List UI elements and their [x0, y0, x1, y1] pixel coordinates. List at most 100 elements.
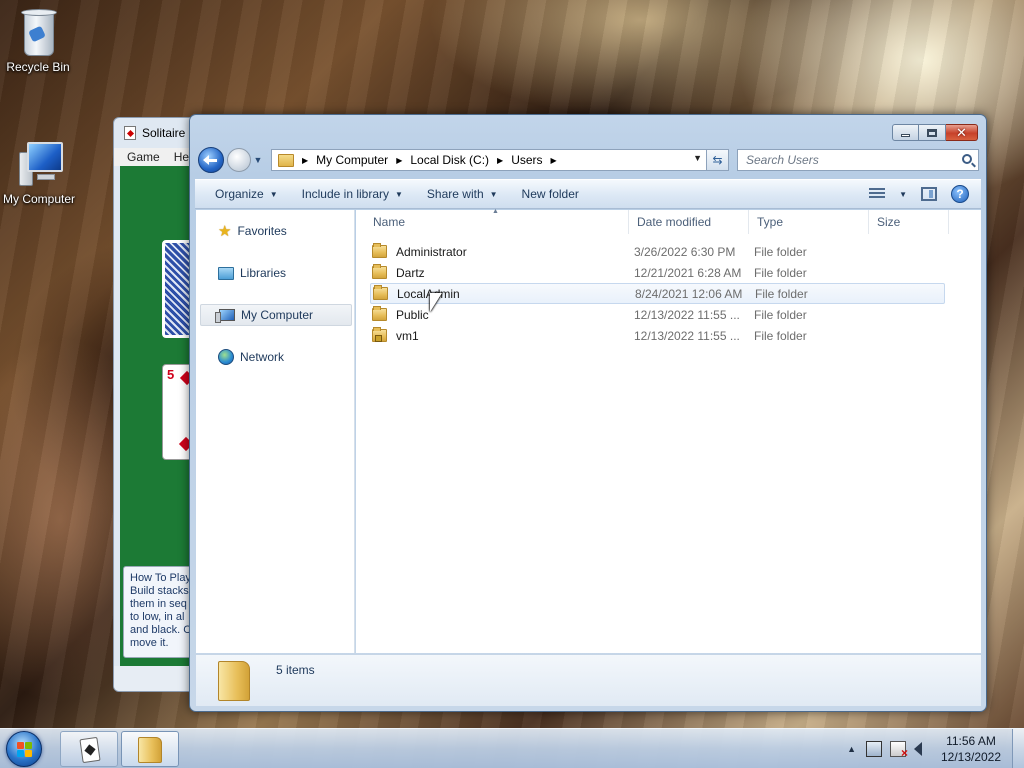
file-list: Name ▲ Date modified Type Size Administra… [356, 208, 981, 653]
breadcrumb-chevron-icon[interactable]: ▶ [547, 156, 561, 165]
file-date: 12/13/2022 11:55 ... [634, 307, 740, 322]
explorer-folder-icon [138, 737, 162, 763]
network-tray-icon[interactable] [866, 741, 882, 757]
close-button[interactable]: ✕ [946, 124, 978, 141]
solitaire-icon [79, 736, 101, 764]
organize-label: Organize [215, 187, 264, 201]
column-headers: Name ▲ Date modified Type Size [356, 208, 981, 234]
breadcrumb-local-disk[interactable]: Local Disk (C:) [410, 153, 489, 167]
breadcrumb-chevron-icon[interactable]: ▶ [298, 156, 312, 165]
breadcrumb-users[interactable]: Users [511, 153, 542, 167]
clock-date: 12/13/2022 [940, 750, 1002, 764]
recent-pages-dropdown[interactable]: ▼ [253, 155, 263, 165]
folder-icon [372, 306, 387, 321]
file-date: 12/21/2021 6:28 AM [634, 265, 742, 280]
desktop-icon-my-computer[interactable]: My Computer [0, 138, 79, 206]
column-label: Date modified [637, 215, 712, 229]
include-in-library-button[interactable]: Include in library ▼ [290, 182, 415, 206]
caption-buttons: ✕ [892, 124, 978, 141]
new-folder-button[interactable]: New folder [510, 182, 591, 206]
organize-button[interactable]: Organize ▼ [203, 182, 290, 206]
command-bar-right: ▼ ? [869, 185, 981, 203]
libraries-icon [218, 266, 234, 280]
nav-item-network[interactable]: Network [200, 346, 352, 368]
refresh-icon: ⇆ [712, 153, 723, 167]
taskbar: ▲ 11:56 AM 12/13/2022 [0, 728, 1024, 768]
search-icon[interactable] [962, 154, 972, 164]
desktop-icon-label: My Computer [2, 192, 76, 206]
show-hidden-icons-icon[interactable]: ▲ [847, 744, 856, 754]
nav-item-favorites[interactable]: ★ Favorites [200, 220, 352, 242]
file-row-dartz[interactable]: Dartz 12/21/2021 6:28 AM File folder [370, 262, 945, 283]
maximize-button[interactable] [919, 124, 946, 141]
column-header-date-modified[interactable]: Date modified [629, 210, 749, 234]
file-row-vm1[interactable]: vm1 12/13/2022 11:55 ... File folder [370, 325, 945, 346]
computer-icon [215, 309, 235, 323]
details-pane: 5 items [196, 654, 981, 706]
help-icon[interactable]: ? [951, 185, 969, 203]
back-button[interactable] [198, 147, 224, 173]
minimize-button[interactable] [892, 124, 919, 141]
file-name: Public [396, 307, 429, 322]
column-header-name[interactable]: Name ▲ [356, 208, 629, 234]
navigation-pane: ★ Favorites Libraries My Computer Networ… [196, 210, 355, 653]
windows-logo-icon [17, 742, 33, 758]
system-tray: ▲ 11:56 AM 12/13/2022 [847, 729, 1024, 768]
recycle-bin-icon [14, 6, 62, 58]
folder-icon [372, 243, 387, 258]
taskbar-solitaire[interactable] [60, 731, 118, 767]
share-with-button[interactable]: Share with ▼ [415, 182, 510, 206]
file-row-administrator[interactable]: Administrator 3/26/2022 6:30 PM File fol… [370, 241, 945, 262]
start-button[interactable] [6, 731, 42, 767]
forward-button[interactable] [227, 148, 251, 172]
clock[interactable]: 11:56 AM 12/13/2022 [936, 733, 1006, 765]
volume-icon[interactable] [914, 742, 922, 756]
network-icon [218, 349, 234, 365]
search-box[interactable] [737, 149, 979, 171]
nav-item-label: Favorites [237, 224, 287, 238]
menu-help[interactable]: He [174, 150, 189, 164]
nav-item-label: My Computer [241, 308, 314, 322]
search-input[interactable] [746, 153, 946, 167]
nav-item-my-computer[interactable]: My Computer [200, 304, 352, 326]
breadcrumb-my-computer[interactable]: My Computer [316, 153, 388, 167]
folder-icon [278, 153, 294, 167]
file-type: File folder [755, 286, 808, 301]
include-in-library-label: Include in library [301, 187, 389, 201]
desktop-icon-label: Recycle Bin [6, 60, 70, 74]
views-dropdown-icon[interactable]: ▼ [899, 190, 907, 199]
file-name: vm1 [396, 328, 419, 343]
file-type: File folder [754, 265, 807, 280]
item-count: 5 items [276, 663, 315, 677]
file-name: LocalAdmin [397, 286, 460, 301]
sort-ascending-icon: ▲ [492, 208, 499, 215]
breadcrumb-chevron-icon[interactable]: ▶ [493, 156, 507, 165]
share-with-label: Share with [426, 187, 484, 201]
change-view-icon[interactable] [869, 188, 886, 200]
file-type: File folder [754, 328, 807, 343]
solitaire-title: Solitaire [142, 126, 186, 140]
my-computer-icon [15, 138, 63, 190]
file-date: 3/26/2022 6:30 PM [634, 244, 736, 259]
taskbar-explorer[interactable] [121, 731, 179, 767]
file-row-localadmin[interactable]: LocalAdmin 8/24/2021 12:06 AM File folde… [370, 283, 945, 304]
explorer-window[interactable]: ✕ ▼ ▶ My Computer ▶ Local Disk (C:) ▶ Us… [189, 114, 987, 712]
address-dropdown-icon[interactable]: ▼ [693, 153, 702, 163]
file-row-public[interactable]: Public 12/13/2022 11:55 ... File folder [370, 304, 945, 325]
column-header-size[interactable]: Size [869, 210, 949, 234]
desktop-icon-recycle-bin[interactable]: Recycle Bin [0, 6, 78, 74]
nav-item-libraries[interactable]: Libraries [200, 262, 352, 284]
menu-game[interactable]: Game [127, 150, 160, 164]
column-header-type[interactable]: Type [749, 210, 869, 234]
column-label: Name [373, 215, 406, 229]
action-center-icon[interactable] [890, 741, 908, 760]
address-bar[interactable]: ▶ My Computer ▶ Local Disk (C:) ▶ Users … [271, 149, 707, 171]
breadcrumb-chevron-icon[interactable]: ▶ [392, 156, 406, 165]
folder-icon [218, 661, 250, 701]
nav-item-label: Libraries [240, 266, 287, 280]
preview-pane-icon[interactable] [921, 187, 937, 201]
refresh-button[interactable]: ⇆ [707, 149, 729, 171]
file-name: Dartz [396, 265, 425, 280]
back-arrow-icon [203, 154, 217, 165]
show-desktop-button[interactable] [1012, 729, 1024, 768]
